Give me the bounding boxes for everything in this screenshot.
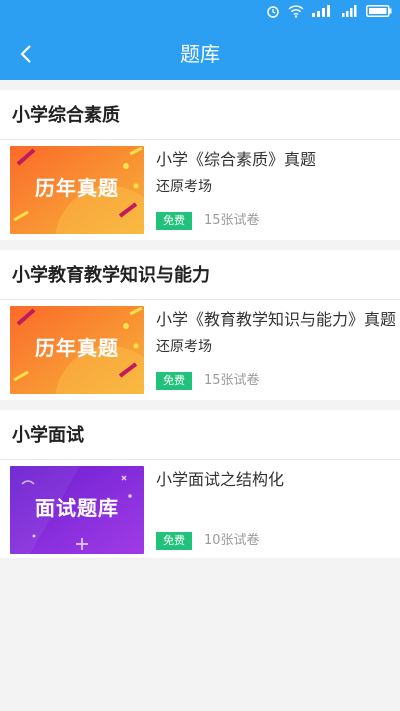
app-header: 题库: [0, 28, 400, 80]
question-bank-card[interactable]: 历年真题 小学《教育教学知识与能力》真题 还原考场 免费 15张试卷: [0, 302, 400, 398]
page-title: 题库: [180, 42, 220, 66]
battery-icon: [366, 5, 392, 17]
question-bank-card[interactable]: 面试题库 小学面试之结构化 免费 10张试卷: [0, 462, 400, 558]
section-title: 小学综合素质: [12, 105, 120, 126]
card-title: 小学面试之结构化: [156, 470, 285, 489]
card-thumbnail: 历年真题: [10, 306, 144, 394]
card-subtitle: 还原考场: [156, 179, 212, 195]
thumbnail-label: 历年真题: [35, 336, 119, 360]
divider: [0, 459, 400, 460]
free-badge: 免费: [156, 212, 192, 230]
paper-count: 15张试卷: [204, 213, 260, 228]
signal-icon-2: [342, 5, 357, 17]
divider: [0, 299, 400, 300]
section-interview: 小学面试 面试题库 小学面试之结构化 免费 10张试卷: [0, 410, 400, 558]
section-teaching-knowledge: 小学教育教学知识与能力 历年真题 小学《教育教学知识与能力》真题 还原考场 免费…: [0, 250, 400, 400]
wifi-icon: [288, 4, 304, 18]
card-title: 小学《教育教学知识与能力》真题: [156, 310, 397, 329]
paper-count: 15张试卷: [204, 373, 260, 388]
card-thumbnail: 面试题库: [10, 466, 144, 554]
thumbnail-label: 面试题库: [35, 496, 119, 520]
free-badge: 免费: [156, 372, 192, 390]
divider: [0, 139, 400, 140]
card-title: 小学《综合素质》真题: [156, 150, 317, 169]
section-title: 小学面试: [12, 425, 84, 446]
status-icons: [266, 4, 392, 18]
section-comprehensive-quality: 小学综合素质 历年真题 小学《综合素质》真题 还原考场 免费 15张试卷: [0, 90, 400, 240]
card-thumbnail: 历年真题: [10, 146, 144, 234]
paper-count: 10张试卷: [204, 533, 260, 548]
section-title: 小学教育教学知识与能力: [12, 265, 210, 286]
card-subtitle: 还原考场: [156, 339, 212, 355]
free-badge: 免费: [156, 532, 192, 550]
status-bar: [0, 0, 400, 28]
thumbnail-label: 历年真题: [35, 176, 119, 200]
alarm-icon: [267, 6, 279, 18]
signal-icon: [312, 5, 330, 17]
question-bank-card[interactable]: 历年真题 小学《综合素质》真题 还原考场 免费 15张试卷: [0, 142, 400, 238]
